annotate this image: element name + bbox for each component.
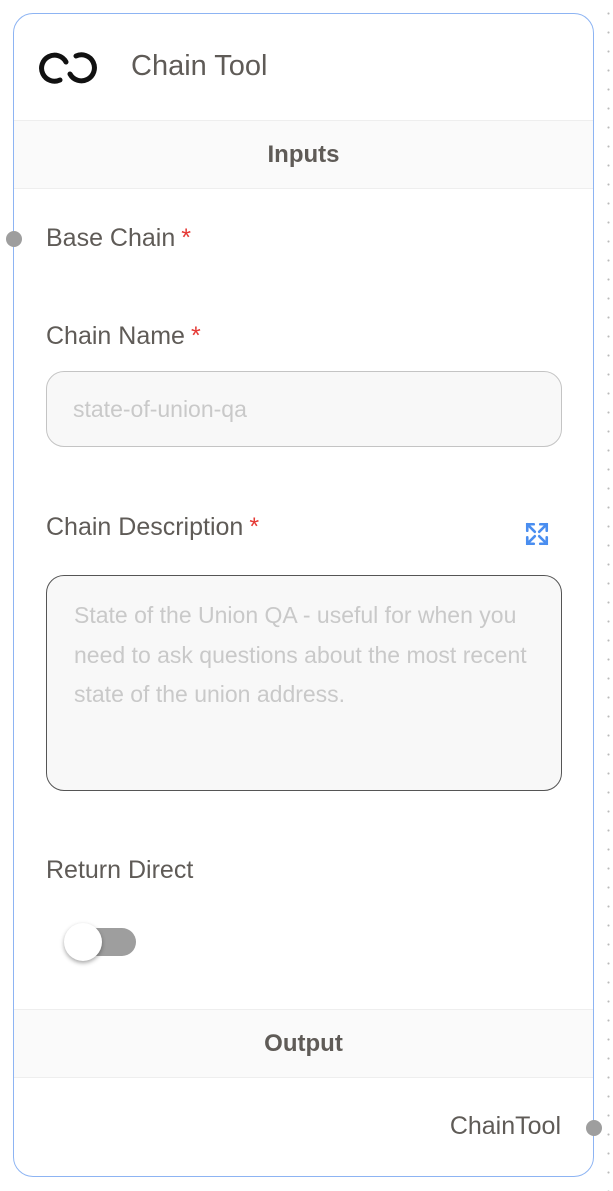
chaintool-output-handle[interactable] (586, 1120, 602, 1136)
base-chain-input-handle[interactable] (6, 231, 22, 247)
node-title: Chain Tool (131, 50, 268, 82)
chaintool-output-label: ChainTool (449, 1112, 561, 1140)
chain-name-label: Chain Name * (46, 322, 201, 350)
return-direct-toggle[interactable] (64, 923, 136, 961)
chain-name-input[interactable]: state-of-union-qa (46, 371, 562, 447)
chain-description-textarea[interactable]: State of the Union QA - useful for when … (46, 575, 562, 791)
output-heading: Output (14, 1009, 593, 1078)
chain-description-label: Chain Description * (46, 513, 260, 541)
base-chain-label: Base Chain * (46, 224, 191, 252)
node-header: Chain Tool (14, 14, 593, 120)
inputs-heading: Inputs (14, 120, 593, 189)
chain-link-icon (38, 50, 98, 91)
toggle-knob (64, 923, 102, 961)
canvas-dot-grid (604, 0, 613, 1191)
return-direct-label: Return Direct (46, 856, 194, 884)
expand-icon[interactable] (524, 521, 550, 552)
chain-tool-node[interactable]: Chain Tool Inputs Base Chain * Chain Name… (6, 13, 602, 1177)
